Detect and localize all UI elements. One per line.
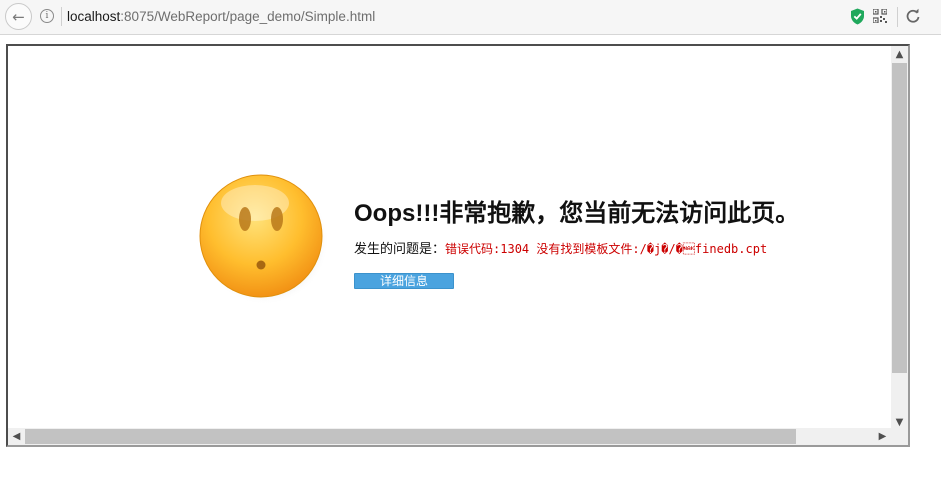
back-arrow-icon: ←	[12, 7, 25, 26]
scroll-up-icon[interactable]: ▲	[891, 46, 908, 63]
report-frame[interactable]: Oops!!!非常抱歉，您当前无法访问此页。 发生的问题是：错误代码:1304 …	[6, 44, 910, 447]
browser-toolbar: ← i localhost:8075/WebReport/page_demo/S…	[0, 0, 941, 35]
horizontal-scroll-thumb[interactable]	[25, 429, 796, 444]
error-title: Oops!!!非常抱歉，您当前无法访问此页。	[354, 200, 800, 227]
shield-icon[interactable]	[850, 8, 865, 25]
back-button[interactable]: ←	[5, 3, 32, 30]
scroll-left-icon[interactable]: ◀	[8, 428, 25, 445]
details-button[interactable]: 详细信息	[354, 273, 454, 289]
scrollbar-corner	[891, 428, 908, 445]
horizontal-scrollbar[interactable]: ◀ ▶	[8, 428, 891, 445]
url-path: :8075/WebReport/page_demo/Simple.html	[120, 9, 376, 24]
toolbar-divider	[897, 7, 898, 27]
url-divider	[61, 7, 62, 26]
reload-icon[interactable]	[905, 8, 921, 24]
info-icon[interactable]: i	[40, 9, 54, 23]
problem-label: 发生的问题是：	[354, 242, 446, 257]
vertical-scroll-thumb[interactable]	[892, 63, 907, 373]
qr-code-icon[interactable]	[873, 9, 887, 23]
url-host: localhost	[67, 9, 121, 24]
address-bar[interactable]: localhost:8075/WebReport/page_demo/Simpl…	[67, 8, 375, 26]
vertical-scrollbar[interactable]: ▲ ▼	[891, 46, 908, 431]
error-message: 错误代码:1304 没有找到模板文件:/�j�/�finedb.cpt	[445, 242, 768, 256]
scroll-right-icon[interactable]: ▶	[874, 428, 891, 445]
error-description: 发生的问题是：错误代码:1304 没有找到模板文件:/�j�/�finedb.…	[354, 240, 767, 259]
surprised-face-icon	[199, 174, 329, 305]
